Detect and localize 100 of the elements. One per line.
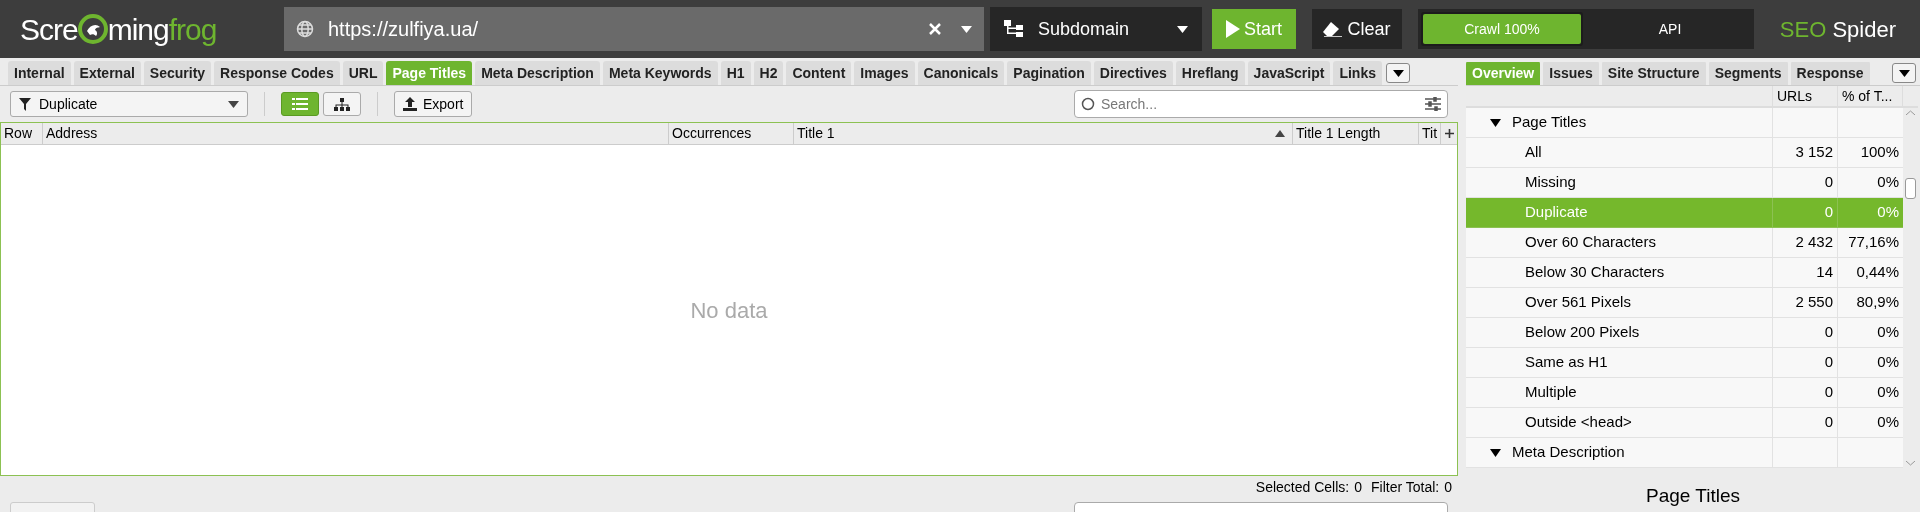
tab[interactable]: Canonicals [917,61,1005,85]
search-input[interactable]: Search... [1101,93,1419,115]
search-field[interactable]: Search... [1074,90,1448,118]
logo-text: mingfrog [107,11,217,48]
status-value: 0 [1354,477,1362,497]
tree-row[interactable]: All 3 152 100% [1466,138,1903,168]
clear-button[interactable]: Clear [1312,9,1402,49]
row-label: Over 60 Characters [1525,232,1656,253]
url-input[interactable]: https://zulfiya.ua/ [328,14,915,44]
percent-value: 0% [1877,202,1899,223]
status-label: Filter Total: [1371,477,1440,497]
url-count: 2 432 [1795,232,1833,253]
url-count: 14 [1816,262,1833,283]
percent-value: 77,16% [1848,232,1899,253]
expanded-triangle-icon[interactable] [1490,447,1501,458]
row-label: Same as H1 [1525,352,1608,373]
tab[interactable]: Internal [8,61,71,85]
tree-group-label[interactable]: Meta Description [1512,441,1625,464]
url-count: 0 [1824,382,1833,403]
tree-view-button[interactable] [323,92,361,116]
row-label: Outside <head> [1525,412,1632,433]
tab[interactable]: Directives [1093,61,1173,85]
column-header[interactable]: Title 1 Length [1293,123,1419,144]
tab[interactable]: Meta Keywords [602,61,718,85]
tree-row[interactable]: Multiple 0 0% [1466,378,1903,408]
close-icon[interactable] [929,23,941,35]
tab[interactable]: URL [342,61,384,85]
status-value: 0 [1444,477,1452,497]
tab[interactable]: Images [854,61,915,85]
url-count: 0 [1824,202,1833,223]
upload-icon [403,97,417,111]
percent-value: 100% [1860,142,1899,163]
search-icon [1081,97,1095,111]
hierarchy-icon [334,97,350,111]
list-icon [292,98,308,110]
row-label: All [1525,142,1542,163]
tab[interactable]: External [73,61,141,85]
filter-dropdown[interactable]: Duplicate [10,91,248,117]
url-count: 3 152 [1795,142,1833,163]
mode-dropdown[interactable]: Subdomain [990,7,1202,51]
tab[interactable]: Meta Description [475,61,600,85]
percent-value: 0,44% [1856,262,1899,283]
percent-value: 0% [1877,352,1899,373]
tree-row[interactable]: Over 561 Pixels 2 550 80,9% [1466,288,1903,318]
column-header[interactable]: % of T... [1838,86,1903,106]
tab[interactable]: Segments [1708,62,1788,85]
tab[interactable]: Response Codes [214,61,340,85]
row-label: Multiple [1525,382,1577,403]
progress-label: Crawl 100% [1463,19,1541,39]
tab[interactable]: Content [786,61,852,85]
tree-row[interactable]: Below 30 Characters 14 0,44% [1466,258,1903,288]
api-button[interactable]: API [1589,12,1751,46]
empty-message: No data [690,296,768,325]
frog-icon [77,14,108,44]
tab[interactable]: H1 [720,61,751,85]
caret-icon [1392,69,1404,77]
row-label: Below 200 Pixels [1525,322,1640,343]
column-header[interactable]: Title 1 [794,123,1293,144]
sliders-icon[interactable] [1425,97,1441,111]
expanded-triangle-icon[interactable] [1490,117,1501,128]
tab[interactable]: JavaScript [1247,61,1331,85]
more-tabs-button[interactable] [1386,63,1410,83]
url-field[interactable]: https://zulfiya.ua/ [284,7,984,51]
eraser-icon [1323,21,1344,37]
caret-icon [961,25,972,33]
tab[interactable]: Hreflang [1175,61,1245,85]
export-button[interactable]: Export [394,91,473,117]
tab[interactable]: Links [1333,61,1382,85]
column-header[interactable]: Address [43,123,669,144]
column-header[interactable]: Tit [1419,123,1441,144]
percent-value: 0% [1877,172,1899,193]
column-header[interactable]: Row [1,123,43,144]
more-tabs-button[interactable] [1892,63,1916,83]
tab[interactable]: Security [143,61,212,85]
caret-icon [1898,69,1910,77]
add-column-icon[interactable] [1445,129,1454,138]
tree-row[interactable]: Same as H1 0 0% [1466,348,1903,378]
tree-row[interactable]: Outside <head> 0 0% [1466,408,1903,438]
column-header[interactable]: Occurrences [669,123,794,144]
row-label: Over 561 Pixels [1525,292,1631,313]
percent-value: 0% [1877,412,1899,433]
column-header[interactable]: URLs [1773,86,1838,106]
tab[interactable]: H2 [753,61,784,85]
scrollbar-thumb[interactable] [1905,177,1916,199]
status-label: Selected Cells: [1255,477,1350,497]
percent-value: 0% [1877,382,1899,403]
url-count: 0 [1824,352,1833,373]
tab[interactable]: Response [1790,62,1870,85]
tab[interactable]: Site Structure [1601,62,1706,85]
tab[interactable]: Issues [1543,62,1599,85]
play-icon [1226,20,1240,38]
percent-value: 80,9% [1856,292,1899,313]
tree-row[interactable]: Over 60 Characters 2 432 77,16% [1466,228,1903,258]
tab[interactable]: Pagination [1007,61,1091,85]
row-label: Duplicate [1525,202,1588,223]
tree-group-label[interactable]: Page Titles [1512,111,1587,134]
tree-row[interactable]: Below 200 Pixels 0 0% [1466,318,1903,348]
row-label: Missing [1525,172,1576,193]
logo-text: Scre [20,11,78,48]
caret-icon [1177,25,1188,33]
